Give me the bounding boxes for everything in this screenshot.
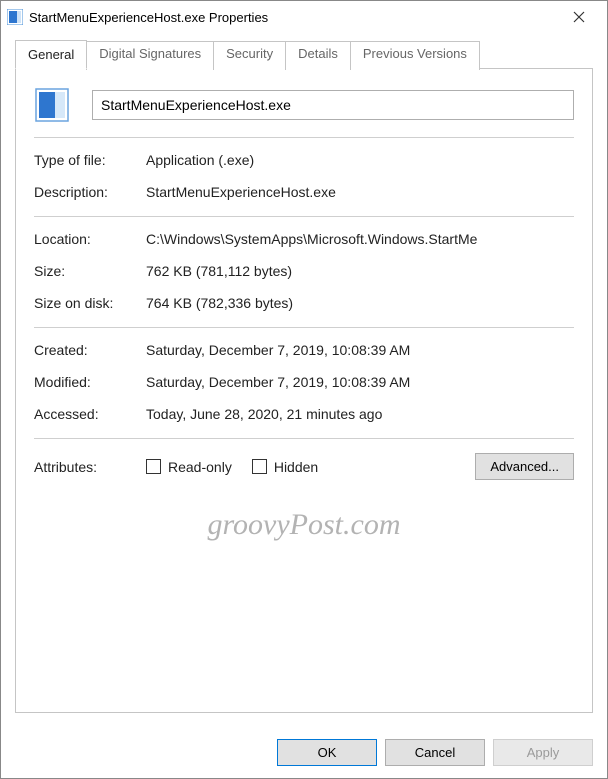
value-location: C:\Windows\SystemApps\Microsoft.Windows.…	[146, 231, 574, 247]
separator	[34, 327, 574, 328]
label-attributes: Attributes:	[34, 459, 146, 475]
tab-details[interactable]: Details	[285, 41, 351, 70]
readonly-checkbox[interactable]: Read-only	[146, 459, 232, 475]
label-location: Location:	[34, 231, 146, 247]
titlebar: StartMenuExperienceHost.exe Properties	[1, 1, 607, 33]
tab-strip: General Digital Signatures Security Deta…	[15, 39, 593, 68]
value-description: StartMenuExperienceHost.exe	[146, 184, 574, 200]
separator	[34, 438, 574, 439]
label-type-of-file: Type of file:	[34, 152, 146, 168]
apply-button: Apply	[493, 739, 593, 766]
label-accessed: Accessed:	[34, 406, 146, 422]
app-icon	[7, 9, 23, 25]
separator	[34, 216, 574, 217]
filename-input[interactable]	[92, 90, 574, 120]
value-modified: Saturday, December 7, 2019, 10:08:39 AM	[146, 374, 574, 390]
tab-digital-signatures[interactable]: Digital Signatures	[86, 41, 214, 70]
advanced-button[interactable]: Advanced...	[475, 453, 574, 480]
value-size-on-disk: 764 KB (782,336 bytes)	[146, 295, 574, 311]
tab-general[interactable]: General	[15, 40, 87, 69]
separator	[34, 137, 574, 138]
ok-button[interactable]: OK	[277, 739, 377, 766]
value-type-of-file: Application (.exe)	[146, 152, 574, 168]
label-description: Description:	[34, 184, 146, 200]
label-created: Created:	[34, 342, 146, 358]
cancel-button[interactable]: Cancel	[385, 739, 485, 766]
label-size: Size:	[34, 263, 146, 279]
tab-security[interactable]: Security	[213, 41, 286, 70]
general-panel: Type of file: Application (.exe) Descrip…	[15, 68, 593, 713]
value-created: Saturday, December 7, 2019, 10:08:39 AM	[146, 342, 574, 358]
close-button[interactable]	[557, 1, 601, 33]
label-modified: Modified:	[34, 374, 146, 390]
file-type-icon	[34, 87, 70, 123]
value-size: 762 KB (781,112 bytes)	[146, 263, 574, 279]
content-area: General Digital Signatures Security Deta…	[1, 33, 607, 727]
readonly-label: Read-only	[168, 459, 232, 475]
window-title: StartMenuExperienceHost.exe Properties	[29, 10, 557, 25]
hidden-label: Hidden	[274, 459, 318, 475]
tab-previous-versions[interactable]: Previous Versions	[350, 41, 480, 70]
properties-window: StartMenuExperienceHost.exe Properties G…	[0, 0, 608, 779]
checkbox-icon	[146, 459, 161, 474]
dialog-buttons: OK Cancel Apply	[1, 727, 607, 778]
value-accessed: Today, June 28, 2020, 21 minutes ago	[146, 406, 574, 422]
label-size-on-disk: Size on disk:	[34, 295, 146, 311]
hidden-checkbox[interactable]: Hidden	[252, 459, 318, 475]
watermark: groovyPost.com	[34, 508, 574, 542]
checkbox-icon	[252, 459, 267, 474]
